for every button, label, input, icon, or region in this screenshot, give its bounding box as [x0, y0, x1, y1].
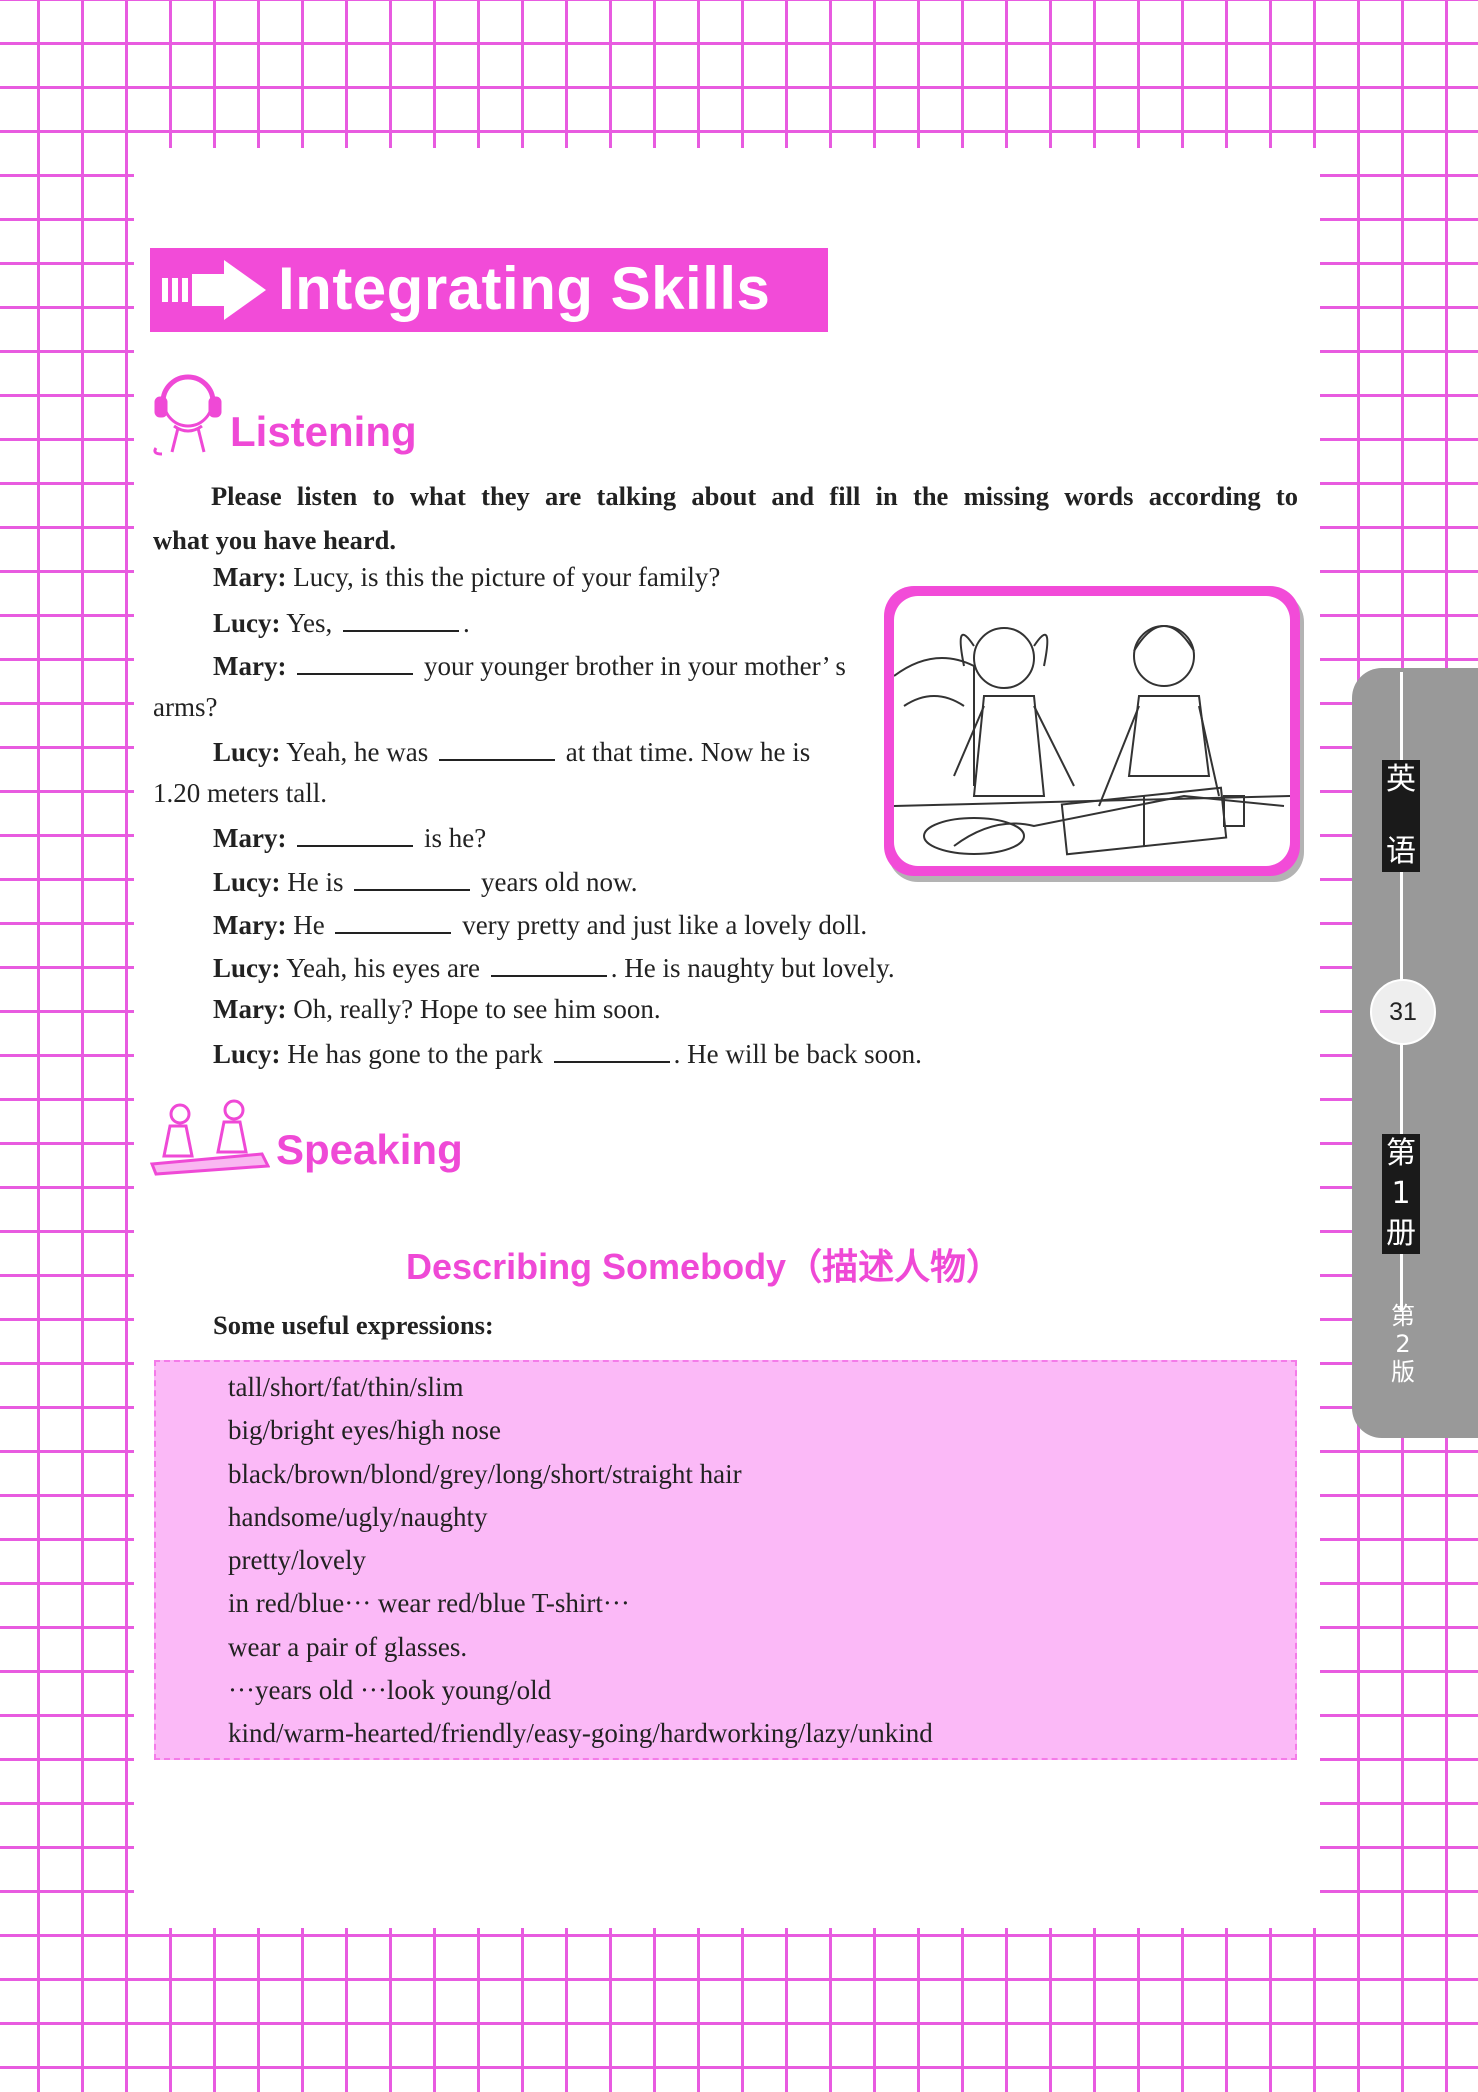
- volume-char: 第: [1386, 1136, 1416, 1171]
- speaker-name: Lucy:: [213, 953, 281, 983]
- subject-label: 英 语: [1382, 760, 1420, 872]
- dialogue-line: Mary: He very pretty and just like a lov…: [213, 908, 868, 940]
- volume-label: 第 1 册: [1382, 1134, 1420, 1254]
- instruction-line-2: what you have heard.: [153, 525, 396, 555]
- answer-blank[interactable]: [354, 865, 471, 891]
- answer-blank[interactable]: [297, 821, 414, 847]
- section-banner: Integrating Skills: [150, 248, 828, 332]
- illustration-frame: [884, 586, 1300, 876]
- dialogue-line: Mary: your younger brother in your mothe…: [213, 649, 846, 681]
- expression-item: ···years old ···look young/old: [228, 1675, 552, 1706]
- subject-char: 英: [1386, 762, 1416, 797]
- useful-expressions-label: Some useful expressions:: [213, 1310, 494, 1340]
- answer-blank[interactable]: [335, 908, 452, 934]
- dialogue-line: Mary: Lucy, is this the picture of your …: [213, 562, 721, 592]
- dialogue-line: Lucy: He has gone to the park . He will …: [213, 1037, 922, 1069]
- speaker-name: Mary:: [213, 910, 287, 940]
- speaker-name: Lucy:: [213, 608, 281, 638]
- speaking-heading: Speaking: [276, 1126, 463, 1173]
- speaker-name: Mary:: [213, 562, 287, 592]
- edition-char: 第: [1391, 1302, 1415, 1330]
- edition-char: 版: [1391, 1358, 1415, 1386]
- speaker-name: Lucy:: [213, 737, 281, 767]
- dialogue-line: Mary: Oh, really? Hope to see him soon.: [213, 994, 661, 1024]
- answer-blank[interactable]: [297, 649, 414, 675]
- listening-heading: Listening: [230, 408, 417, 455]
- speaker-name: Mary:: [213, 651, 287, 681]
- edition-char: 2: [1395, 1330, 1411, 1358]
- dialogue-line: Lucy: He is years old now.: [213, 865, 638, 897]
- expression-item: handsome/ugly/naughty: [228, 1501, 488, 1532]
- two-people-talking-icon: [150, 1099, 270, 1176]
- dialogue-line: Lucy: Yes, .: [213, 606, 470, 638]
- speaking-subheading: Describing Somebody（描述人物）: [406, 1246, 1003, 1287]
- listening-instruction: Please listen to what they are talking a…: [153, 474, 1298, 562]
- arrow-icon: [162, 260, 266, 320]
- speaker-name: Mary:: [213, 823, 287, 853]
- expression-item: in red/blue··· wear red/blue T-shirt···: [228, 1588, 630, 1619]
- volume-char: 1: [1391, 1176, 1411, 1211]
- subject-char: 语: [1386, 834, 1416, 869]
- section-title: Integrating Skills: [278, 255, 771, 322]
- dialogue-line: 1.20 meters tall.: [153, 778, 327, 808]
- dialogue-line: Mary: is he?: [213, 821, 487, 853]
- expression-item: big/bright eyes/high nose: [228, 1415, 501, 1446]
- dialogue-line: arms?: [153, 692, 218, 722]
- expression-item: wear a pair of glasses.: [228, 1631, 468, 1662]
- volume-char: 册: [1386, 1216, 1416, 1251]
- speaker-name: Mary:: [213, 994, 287, 1024]
- instruction-line-1: Please listen to what they are talking a…: [211, 481, 1298, 511]
- edition-label: 第 2 版: [1386, 1302, 1420, 1386]
- expressions-list: tall/short/fat/thin/slim big/bright eyes/…: [228, 1366, 933, 1756]
- speaker-name: Lucy:: [213, 867, 281, 897]
- answer-blank[interactable]: [490, 951, 607, 977]
- headset-kid-icon: [153, 374, 222, 456]
- dialogue-line: Lucy: Yeah, he was at that time. Now he …: [213, 735, 811, 767]
- page-number: 31: [1370, 979, 1436, 1045]
- expression-item: tall/short/fat/thin/slim: [228, 1372, 464, 1402]
- two-girls-reading-illustration: [894, 596, 1290, 866]
- answer-blank[interactable]: [439, 735, 555, 761]
- answer-blank[interactable]: [343, 606, 460, 632]
- expression-item: kind/warm-hearted/friendly/easy-going/ha…: [228, 1718, 933, 1749]
- illustration-drawing: [894, 625, 1290, 856]
- dialogue-line: Lucy: Yeah, his eyes are . He is naughty…: [213, 951, 895, 983]
- expression-item: pretty/lovely: [228, 1545, 366, 1576]
- expression-item: black/brown/blond/grey/long/short/straig…: [228, 1458, 742, 1489]
- answer-blank[interactable]: [553, 1037, 670, 1063]
- speaker-name: Lucy:: [213, 1039, 281, 1069]
